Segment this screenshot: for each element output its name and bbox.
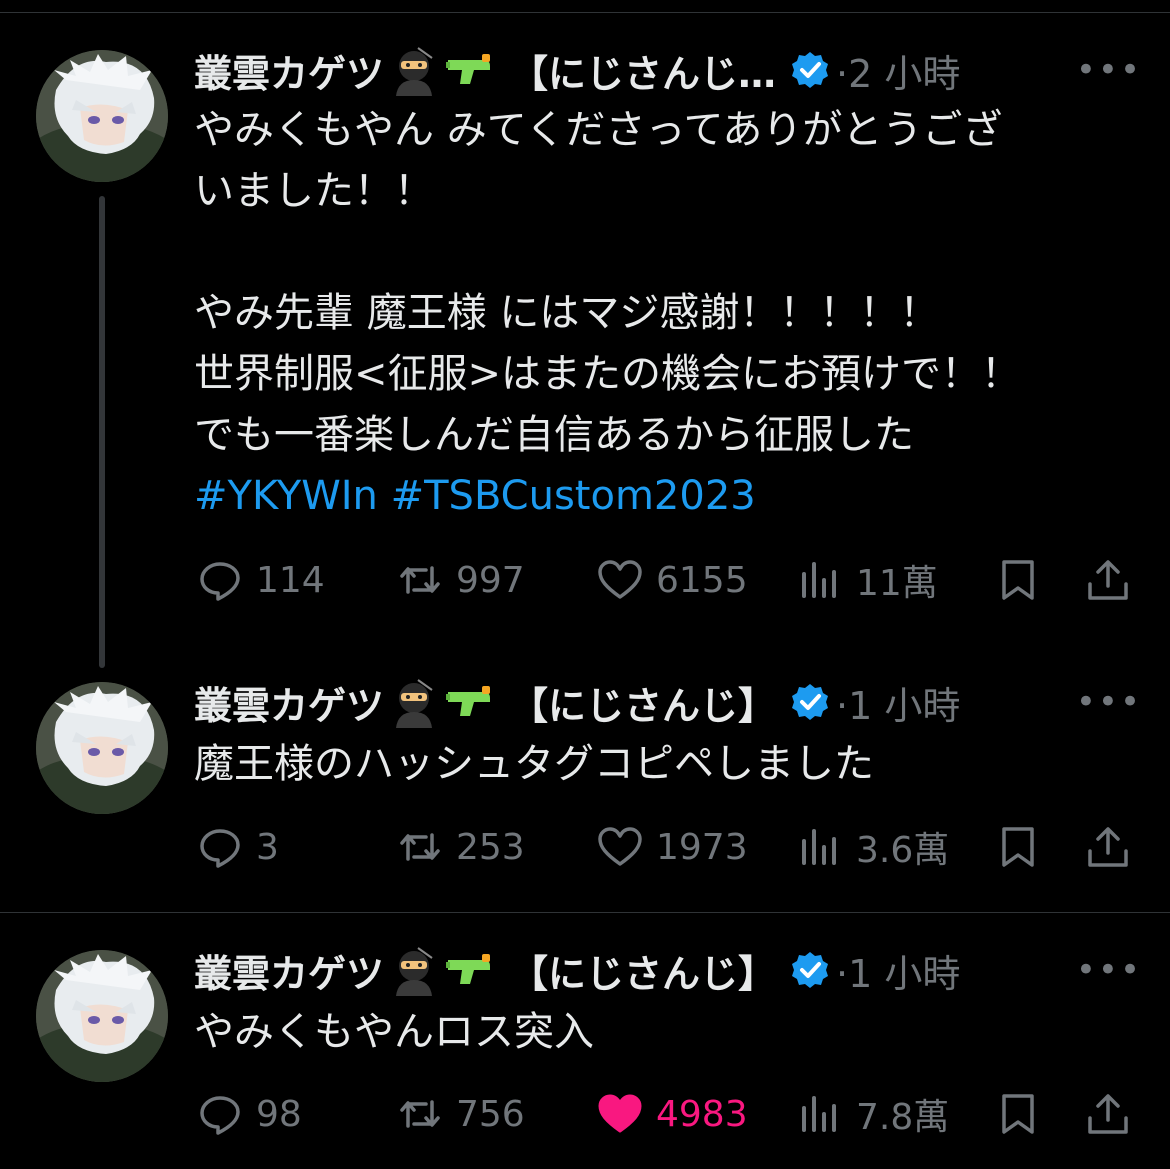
text-line: 魔王様のハッシュタグコピペしました	[194, 741, 874, 787]
text-line: やみくもやんロス突入	[194, 1009, 594, 1055]
author-name[interactable]: 叢雲カゲツ	[194, 675, 384, 730]
hashtags-link[interactable]: #YKYWIn #TSBCustom2023	[194, 466, 1114, 527]
ninja-emoji	[388, 676, 440, 728]
heart-icon	[598, 560, 642, 599]
tweet-actions: 98 756 4983 7.8萬	[0, 1084, 1170, 1144]
retweet-button[interactable]: 253	[396, 817, 525, 877]
tweet-text: 魔王様のハッシュタグコピペしました	[194, 734, 1114, 795]
text-line: やみくもやん みてくださってありがとうござ	[194, 107, 1003, 153]
bookmark-icon	[1002, 560, 1034, 600]
retweet-count: 997	[456, 559, 525, 601]
timestamp[interactable]: ·1 小時	[836, 943, 960, 998]
reply-icon	[200, 829, 240, 868]
reply-count: 3	[256, 826, 279, 868]
share-icon	[1088, 560, 1128, 600]
more-options-icon[interactable]: •••	[1076, 50, 1142, 90]
avatar[interactable]	[36, 682, 168, 814]
water-pistol-emoji	[444, 944, 496, 996]
avatar[interactable]	[36, 950, 168, 1082]
tweet-text: やみくもやん みてくださってありがとうござ いました！！ やみ先輩 魔王様 には…	[194, 100, 1114, 527]
verified-badge-icon[interactable]	[790, 950, 830, 990]
text-line: でも一番楽しんだ自信あるから征服した	[194, 412, 914, 458]
retweet-button[interactable]: 756	[396, 1084, 525, 1144]
views-icon	[802, 562, 836, 598]
like-button[interactable]: 4983	[596, 1084, 748, 1144]
retweet-count: 253	[456, 826, 525, 868]
reply-button[interactable]: 114	[196, 550, 325, 610]
affiliation-label: 【にじさんじ】	[510, 951, 777, 996]
reply-icon	[200, 1096, 240, 1135]
like-count: 6155	[656, 559, 748, 601]
text-line: やみ先輩 魔王様 にはマジ感謝！！！！！	[194, 290, 940, 336]
bookmark-icon	[1002, 1094, 1034, 1134]
bookmark-icon	[1002, 827, 1034, 867]
tweet-header: 叢雲カゲツ 【にじさんじ】 ·1 小時	[194, 940, 960, 1000]
views-button[interactable]: 11萬	[796, 550, 938, 610]
affiliation-label: 【にじさんじ…	[510, 51, 777, 96]
avatar[interactable]	[36, 50, 168, 182]
views-count: 11萬	[856, 563, 938, 604]
views-icon	[802, 829, 836, 865]
timestamp[interactable]: ·2 小時	[836, 43, 960, 98]
tweet-actions: 3 253 1973 3.6萬	[0, 817, 1170, 877]
reply-count: 98	[256, 1093, 302, 1135]
retweet-button[interactable]: 997	[396, 550, 525, 610]
retweet-icon	[400, 566, 440, 594]
retweet-icon	[400, 1100, 440, 1128]
reply-count: 114	[256, 559, 325, 601]
views-count: 3.6萬	[856, 830, 950, 871]
verified-badge-icon[interactable]	[790, 682, 830, 722]
like-button[interactable]: 1973	[596, 817, 748, 877]
bookmark-button[interactable]	[994, 550, 1054, 610]
tweet-divider	[0, 912, 1170, 913]
views-icon	[802, 1096, 836, 1132]
retweet-count: 756	[456, 1093, 525, 1135]
heart-icon	[598, 827, 642, 866]
verified-badge-icon[interactable]	[790, 50, 830, 90]
share-icon	[1088, 827, 1128, 867]
text-line	[194, 222, 1114, 283]
bookmark-button[interactable]	[994, 817, 1054, 877]
like-count: 4983	[656, 1093, 748, 1135]
tweet-actions: 114 997 6155 11萬	[0, 550, 1170, 610]
ninja-emoji	[388, 944, 440, 996]
affiliation-label: 【にじさんじ】	[510, 683, 777, 728]
like-button[interactable]: 6155	[596, 550, 748, 610]
heart-icon	[598, 1094, 642, 1133]
views-button[interactable]: 7.8萬	[796, 1084, 949, 1144]
text-line: 世界制服<征服>はまたの機会にお預けで！！	[194, 351, 1022, 397]
water-pistol-emoji	[444, 676, 496, 728]
more-options-icon[interactable]: •••	[1076, 950, 1142, 990]
tweet-text: やみくもやんロス突入	[194, 1002, 1114, 1063]
top-divider	[0, 12, 1170, 13]
tweet-header: 叢雲カゲツ 【にじさんじ】 ·1 小時	[194, 672, 960, 732]
like-count: 1973	[656, 826, 748, 868]
bookmark-button[interactable]	[994, 1084, 1054, 1144]
tweet-header: 叢雲カゲツ 【にじさんじ… ·2 小時	[194, 40, 960, 100]
more-options-icon[interactable]: •••	[1076, 682, 1142, 722]
water-pistol-emoji	[444, 44, 496, 96]
views-count: 7.8萬	[856, 1097, 950, 1138]
share-button[interactable]	[1084, 1084, 1144, 1144]
share-button[interactable]	[1084, 817, 1144, 877]
reply-icon	[200, 562, 240, 601]
reply-button[interactable]: 98	[196, 1084, 302, 1144]
timestamp[interactable]: ·1 小時	[836, 675, 960, 730]
views-button[interactable]: 3.6萬	[796, 817, 949, 877]
retweet-icon	[400, 833, 440, 861]
text-line: いました！！	[194, 168, 434, 214]
author-name[interactable]: 叢雲カゲツ	[194, 43, 384, 98]
author-name[interactable]: 叢雲カゲツ	[194, 943, 384, 998]
reply-button[interactable]: 3	[196, 817, 279, 877]
share-button[interactable]	[1084, 550, 1144, 610]
ninja-emoji	[388, 44, 440, 96]
share-icon	[1088, 1094, 1128, 1134]
